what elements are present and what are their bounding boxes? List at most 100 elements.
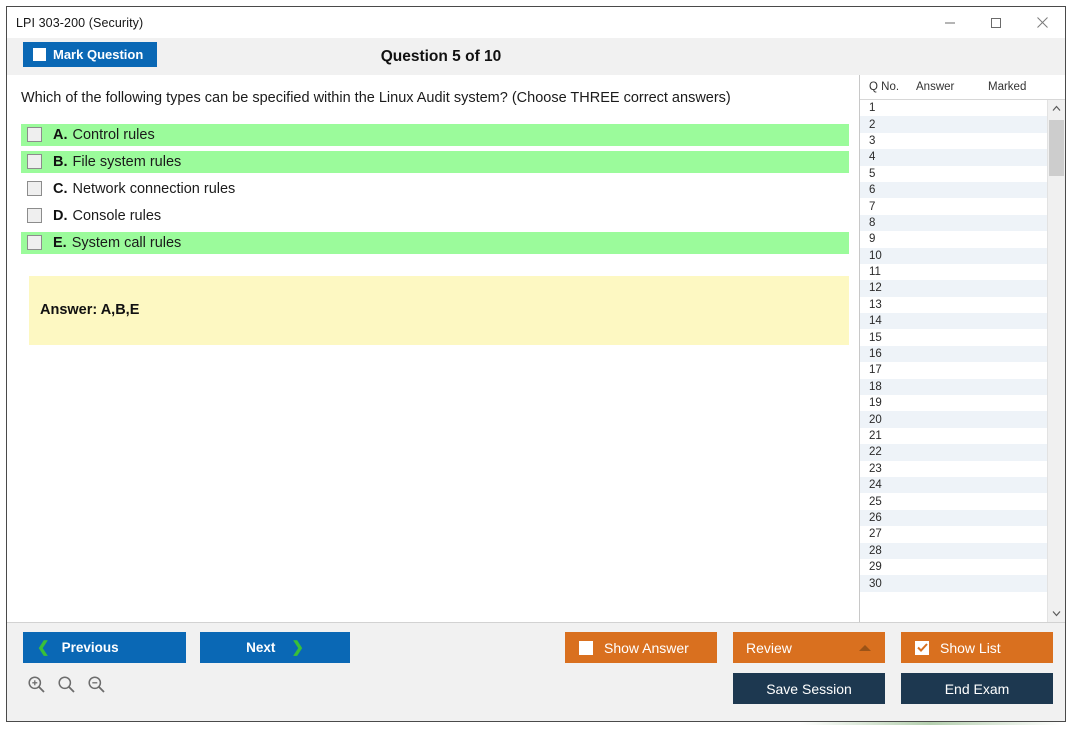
answer-option-c[interactable]: C. Network connection rules	[21, 178, 849, 200]
question-list-row[interactable]: 17	[860, 362, 1047, 379]
next-label: Next	[246, 640, 276, 655]
row-question-number: 1	[869, 102, 876, 115]
zoom-reset-icon[interactable]	[57, 675, 76, 699]
question-list-row[interactable]: 30	[860, 575, 1047, 592]
show-answer-button[interactable]: Show Answer	[565, 632, 717, 663]
option-letter: D.	[53, 207, 68, 224]
question-list-row[interactable]: 25	[860, 493, 1047, 510]
question-list-row[interactable]: 12	[860, 280, 1047, 297]
scroll-down-arrow-icon[interactable]	[1048, 605, 1065, 622]
answer-option-d[interactable]: D. Console rules	[21, 205, 849, 227]
question-pane: Which of the following types can be spec…	[7, 75, 859, 622]
row-question-number: 20	[869, 413, 882, 426]
exam-window: LPI 303-200 (Security) Mark Question Que…	[6, 6, 1066, 722]
option-text: Control rules	[72, 126, 155, 143]
question-list-row[interactable]: 13	[860, 296, 1047, 314]
answer-option-b[interactable]: B. File system rules	[21, 150, 849, 173]
review-dropdown[interactable]: Review	[733, 632, 885, 663]
row-question-number: 30	[869, 577, 882, 590]
scroll-up-arrow-icon[interactable]	[1048, 100, 1065, 117]
row-question-number: 14	[869, 315, 882, 328]
end-exam-label: End Exam	[944, 680, 1010, 697]
option-checkbox-icon[interactable]	[27, 235, 42, 251]
question-list-row[interactable]: 16	[860, 345, 1047, 363]
row-question-number: 27	[869, 528, 882, 541]
question-list-row[interactable]: 22	[860, 444, 1047, 461]
row-question-number: 24	[869, 479, 882, 492]
previous-button[interactable]: ❮ Previous	[23, 632, 186, 663]
next-button[interactable]: Next ❯	[200, 632, 350, 663]
scrollbar-thumb[interactable]	[1049, 120, 1064, 176]
question-list-row[interactable]: 5	[860, 165, 1047, 182]
column-header-answer: Answer	[916, 81, 955, 93]
answer-options-list: A. Control rules B. File system rules C. Netw…	[7, 123, 859, 254]
question-list-body: 1 2 3 4 5 6 7 8 9 10 11 12 13 14 15 16 17 18 19 20 21 22 23 24 2…	[860, 100, 1065, 622]
question-list-row[interactable]: 1	[860, 100, 1047, 117]
question-list-row[interactable]: 8	[860, 214, 1047, 232]
show-list-button[interactable]: Show List	[901, 632, 1053, 663]
option-letter: C.	[53, 180, 68, 197]
question-text: Which of the following types can be spec…	[21, 90, 731, 106]
chevron-up-icon	[859, 644, 871, 651]
question-list-row[interactable]: 28	[860, 542, 1047, 559]
show-list-label: Show List	[940, 639, 1001, 656]
option-checkbox-icon[interactable]	[27, 181, 42, 197]
answer-reveal-text: Answer: A,B,E	[40, 302, 140, 319]
mark-question-button[interactable]: Mark Question	[23, 42, 158, 67]
row-question-number: 4	[869, 151, 876, 164]
exam-body: Which of the following types can be spec…	[7, 75, 1065, 622]
row-question-number: 6	[869, 184, 876, 197]
row-question-number: 11	[869, 266, 881, 279]
option-text: System call rules	[71, 234, 182, 251]
chevron-right-icon: ❯	[291, 639, 304, 656]
option-letter: A.	[53, 126, 68, 143]
question-list-row[interactable]: 11	[860, 263, 1047, 281]
question-list-row[interactable]: 10	[860, 247, 1047, 264]
question-list-row[interactable]: 21	[860, 427, 1047, 445]
zoom-controls	[27, 675, 106, 699]
row-question-number: 26	[869, 511, 882, 524]
question-list-scrollbar[interactable]	[1047, 100, 1065, 622]
question-list-row[interactable]: 24	[860, 476, 1047, 494]
question-list-row[interactable]: 4	[860, 149, 1047, 166]
save-session-button[interactable]: Save Session	[733, 673, 885, 704]
question-list-row[interactable]: 27	[860, 526, 1047, 543]
app-root: LPI 303-200 (Security) Mark Question Que…	[0, 0, 1075, 735]
window-controls	[927, 7, 1065, 38]
question-list-row[interactable]: 26	[860, 509, 1047, 527]
close-icon	[1036, 16, 1049, 29]
question-counter: Question 5 of 10	[380, 47, 502, 65]
row-question-number: 23	[869, 462, 882, 475]
row-question-number: 29	[869, 561, 882, 574]
minimize-button[interactable]	[927, 7, 973, 38]
question-list-row[interactable]: 23	[860, 460, 1047, 477]
maximize-button[interactable]	[973, 7, 1019, 38]
question-list-row[interactable]: 3	[860, 132, 1047, 150]
row-question-number: 19	[869, 397, 882, 410]
option-checkbox-icon[interactable]	[27, 208, 42, 224]
option-text: Console rules	[72, 207, 162, 224]
answer-option-e[interactable]: E. System call rules	[21, 231, 849, 254]
question-list-row[interactable]: 14	[860, 313, 1047, 330]
maximize-icon	[990, 17, 1002, 29]
show-list-checkbox-icon	[915, 640, 929, 655]
zoom-in-icon[interactable]	[27, 675, 46, 699]
question-list-row[interactable]: 9	[860, 231, 1047, 248]
question-list-row[interactable]: 6	[860, 181, 1047, 199]
question-list-row[interactable]: 15	[860, 329, 1047, 346]
question-list-row[interactable]: 7	[860, 198, 1047, 215]
question-list-row[interactable]: 29	[860, 558, 1047, 576]
question-list-row[interactable]: 18	[860, 378, 1047, 396]
row-question-number: 25	[869, 495, 882, 508]
end-exam-button[interactable]: End Exam	[901, 673, 1053, 704]
question-list-row[interactable]: 2	[860, 116, 1047, 133]
row-question-number: 16	[869, 348, 882, 361]
question-list-row[interactable]: 19	[860, 395, 1047, 412]
answer-option-a[interactable]: A. Control rules	[21, 123, 849, 146]
zoom-out-icon[interactable]	[87, 675, 106, 699]
close-button[interactable]	[1019, 7, 1065, 38]
question-list-header: Q No. Answer Marked	[860, 75, 1065, 100]
question-list-row[interactable]: 20	[860, 411, 1047, 428]
option-checkbox-icon[interactable]	[27, 127, 42, 143]
option-checkbox-icon[interactable]	[27, 154, 42, 170]
